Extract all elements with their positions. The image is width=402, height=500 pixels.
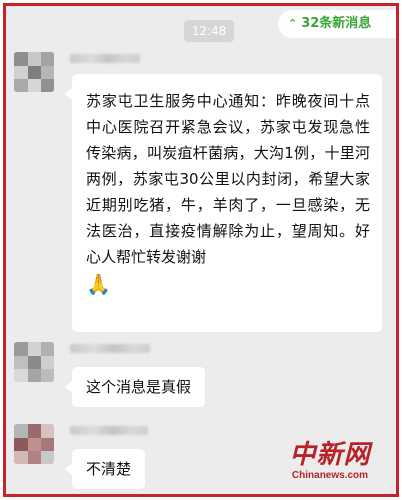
- new-messages-label: 32条新消息: [301, 16, 372, 31]
- screenshot-frame: 12:48 ⌃ 32条新消息 苏家屯卫生服务中心通知：昨晚夜间十点中心医院召开紧急…: [3, 3, 399, 497]
- double-chevron-up-icon: ⌃: [288, 17, 298, 30]
- message-text: 苏家屯卫生服务中心通知：昨晚夜间十点中心医院召开紧急会议，苏家屯发现急性传染病，…: [86, 92, 370, 266]
- avatar[interactable]: [14, 52, 54, 92]
- watermark-cn: 中新网: [289, 440, 371, 470]
- timestamp: 12:48: [184, 20, 234, 42]
- avatar[interactable]: [14, 424, 54, 464]
- avatar[interactable]: [14, 342, 54, 382]
- message-bubble[interactable]: 这个消息是真假: [64, 367, 206, 407]
- message-text: 这个消息是真假: [86, 378, 192, 396]
- message-bubble[interactable]: 苏家屯卫生服务中心通知：昨晚夜间十点中心医院召开紧急会议，苏家屯发现急性传染病，…: [65, 74, 382, 332]
- watermark-en: Chinanews.com: [291, 470, 369, 481]
- sender-name: [70, 426, 148, 435]
- message-text: 不清楚: [86, 460, 132, 478]
- folded-hands-icon: 🙏: [86, 271, 111, 296]
- sender-name: [70, 54, 140, 63]
- new-messages-button[interactable]: ⌃ 32条新消息: [278, 10, 396, 38]
- watermark-logo: 中新网 Chinanews.com: [276, 440, 384, 488]
- sender-name: [70, 344, 150, 353]
- message-bubble[interactable]: 不清楚: [64, 449, 146, 489]
